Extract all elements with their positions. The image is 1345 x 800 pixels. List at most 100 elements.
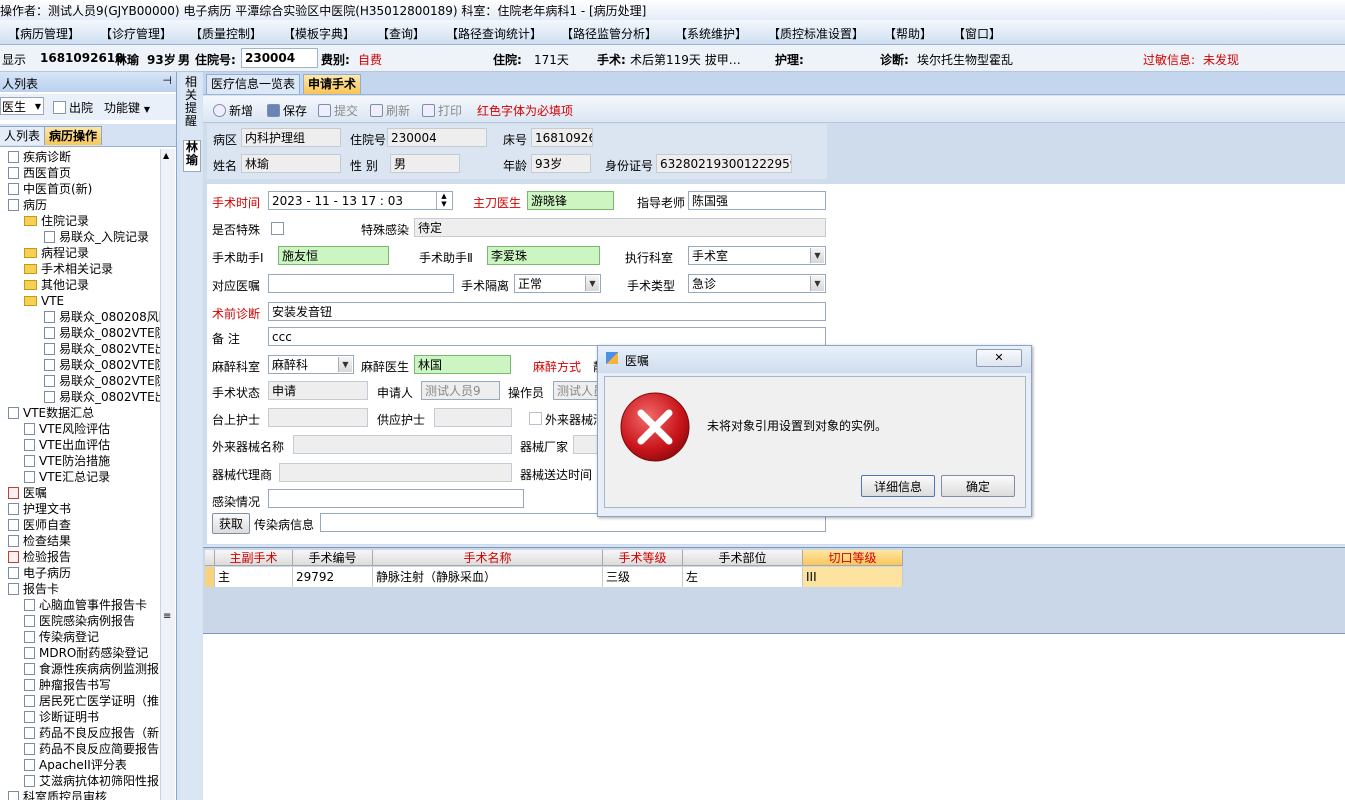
tree-item[interactable]: 电子病历	[8, 565, 71, 581]
row-selector[interactable]	[205, 567, 215, 587]
menu-window[interactable]: 【窗口】	[953, 25, 1001, 42]
admission-no-field[interactable]: 230004	[241, 48, 318, 68]
tree-item[interactable]: 西医首页	[8, 165, 71, 181]
scroll-grip-icon[interactable]: ≡	[163, 611, 171, 622]
pin-icon[interactable]: ⊣	[162, 74, 172, 87]
tree-item[interactable]: VTE出血评估	[24, 437, 110, 453]
menu-quality-control[interactable]: 【质量控制】	[190, 25, 262, 42]
anes-dept-select[interactable]: 麻醉科 ▼	[268, 355, 354, 374]
op-type-select[interactable]: 急诊 ▼	[688, 274, 826, 293]
refresh-button[interactable]: 刷新	[370, 102, 410, 119]
tree-item[interactable]: MDRO耐药感染登记	[24, 645, 148, 661]
tree-item[interactable]: 其他记录	[24, 277, 89, 293]
external-device-checkbox[interactable]	[529, 412, 542, 425]
submit-button[interactable]: 提交	[318, 102, 358, 119]
tree-item[interactable]: 手术相关记录	[24, 261, 113, 277]
infection-field[interactable]	[268, 489, 524, 508]
grid-header-main-sub[interactable]: 主副手术	[215, 550, 293, 566]
tree-item[interactable]: 住院记录	[24, 213, 89, 229]
tree-item[interactable]: 传染病登记	[24, 629, 99, 645]
dept-select[interactable]: 手术室 ▼	[688, 246, 826, 265]
tree-item[interactable]: 药品不良反应简要报告	[24, 741, 159, 757]
new-button[interactable]: 新增	[213, 102, 253, 119]
tree-item[interactable]: 医院感染病例报告	[24, 613, 135, 629]
tree-item[interactable]: 病历	[8, 197, 47, 213]
tree-item[interactable]: 医嘱	[8, 485, 47, 501]
tree-item[interactable]: 报告卡	[8, 581, 59, 597]
mentor-field[interactable]: 陈国强	[688, 191, 826, 210]
grid-cell-op-no[interactable]: 29792	[293, 567, 373, 587]
spinner-icon[interactable]: ▲ ▼	[436, 192, 451, 209]
tab-surgery-request[interactable]: 申请手术	[303, 74, 362, 94]
display-toggle[interactable]: 显示	[2, 51, 26, 68]
remark-field[interactable]: ccc	[268, 327, 826, 346]
close-icon[interactable]: ✕	[976, 349, 1022, 367]
tree-item[interactable]: 病程记录	[24, 245, 89, 261]
tree-item[interactable]: VTE防治措施	[24, 453, 110, 469]
tree-scrollbar[interactable]: ▲ ≡	[160, 149, 175, 800]
grid-header-op-level[interactable]: 手术等级	[603, 550, 683, 566]
tree-item[interactable]: VTE风险评估	[24, 421, 110, 437]
vtab-patient[interactable]: 林瑜	[183, 140, 201, 172]
special-checkbox[interactable]	[271, 222, 284, 235]
tree-item[interactable]: 科室质控员审核	[8, 789, 107, 800]
grid-header-incision[interactable]: 切口等级	[803, 550, 903, 566]
menu-record-mgmt[interactable]: 【病历管理】	[8, 25, 80, 42]
isolation-select[interactable]: 正常 ▼	[514, 274, 601, 293]
save-button[interactable]: 保存	[267, 102, 307, 119]
menu-path-monitor[interactable]: 【路径监管分析】	[561, 25, 657, 42]
details-button[interactable]: 详细信息	[861, 475, 935, 497]
op-time-picker[interactable]: 2023 - 11 - 13 17 : 03 ▲ ▼	[268, 191, 453, 210]
tree-item[interactable]: 诊断证明书	[24, 709, 99, 725]
tab-medical-overview[interactable]: 医疗信息一览表	[206, 74, 301, 94]
tree-item[interactable]: VTE汇总记录	[24, 469, 110, 485]
tree-item[interactable]: 药品不良反应报告（新	[24, 725, 159, 741]
grid-cell-op-name[interactable]: 静脉注射（静脉采血）	[373, 567, 603, 587]
tree-item[interactable]: 居民死亡医学证明（推	[24, 693, 159, 709]
vtab-reminder[interactable]: 相关提醒	[183, 76, 199, 128]
order-field[interactable]	[268, 274, 454, 293]
tree-item[interactable]: 易联众_0802VTE防	[44, 357, 160, 373]
tree-item[interactable]: 易联众_入院记录	[44, 229, 149, 245]
tree-item[interactable]: 易联众_0802VTE防	[44, 325, 160, 341]
menu-help[interactable]: 【帮助】	[884, 25, 932, 42]
discharge-checkbox[interactable]	[53, 101, 66, 114]
anes-doctor-field[interactable]: 林国	[414, 355, 511, 374]
grid-header-op-site[interactable]: 手术部位	[683, 550, 803, 566]
menu-treatment-mgmt[interactable]: 【诊疗管理】	[100, 25, 172, 42]
menu-template-dict[interactable]: 【模板字典】	[283, 25, 355, 42]
menu-query[interactable]: 【查询】	[377, 25, 425, 42]
tree-item[interactable]: ApacheII评分表	[24, 757, 127, 773]
tree-item[interactable]: VTE	[24, 293, 64, 309]
tree-item[interactable]: 易联众_0802VTE出	[44, 341, 160, 357]
tree-item[interactable]: 检查结果	[8, 533, 71, 549]
scroll-up-icon[interactable]: ▲	[163, 151, 169, 160]
grid-cell-op-level[interactable]: 三级	[603, 567, 683, 587]
tree-item[interactable]: 易联众_0802VTE出	[44, 389, 160, 405]
surgeon-field[interactable]: 游晓锋	[527, 191, 614, 210]
menu-system-maintenance[interactable]: 【系统维护】	[675, 25, 747, 42]
tree-item[interactable]: 易联众_0802VTE防	[44, 373, 160, 389]
tree-item[interactable]: 易联众_080208风险	[44, 309, 160, 325]
grid-cell-main-sub[interactable]: 主	[215, 567, 293, 587]
assist1-field[interactable]: 施友恒	[278, 246, 389, 265]
doctor-select[interactable]: 医生 ▼	[0, 97, 44, 115]
tree-item[interactable]: 护理文书	[8, 501, 71, 517]
grid-cell-op-site[interactable]: 左	[683, 567, 803, 587]
ok-button[interactable]: 确定	[941, 475, 1015, 497]
grid-header-op-no[interactable]: 手术编号	[293, 550, 373, 566]
fetch-button[interactable]: 获取	[212, 513, 250, 534]
menu-path-query-stats[interactable]: 【路径查询统计】	[446, 25, 542, 42]
tree-item[interactable]: VTE数据汇总	[8, 405, 94, 421]
function-key-button[interactable]: 功能键 ▼	[104, 99, 150, 116]
tree-item[interactable]: 心脑血管事件报告卡	[24, 597, 147, 613]
tree-item[interactable]: 检验报告	[8, 549, 71, 565]
menu-qc-standard[interactable]: 【质控标准设置】	[768, 25, 864, 42]
print-button[interactable]: 打印	[422, 102, 462, 119]
tree-item[interactable]: 医师自查	[8, 517, 71, 533]
grid-cell-incision[interactable]: III	[803, 567, 903, 587]
tree-item[interactable]: 疾病诊断	[8, 149, 71, 165]
preop-diagnosis-field[interactable]: 安装发音钮	[268, 302, 826, 321]
tree-item[interactable]: 肿瘤报告书写	[24, 677, 111, 693]
assist2-field[interactable]: 李爱珠	[487, 246, 600, 265]
